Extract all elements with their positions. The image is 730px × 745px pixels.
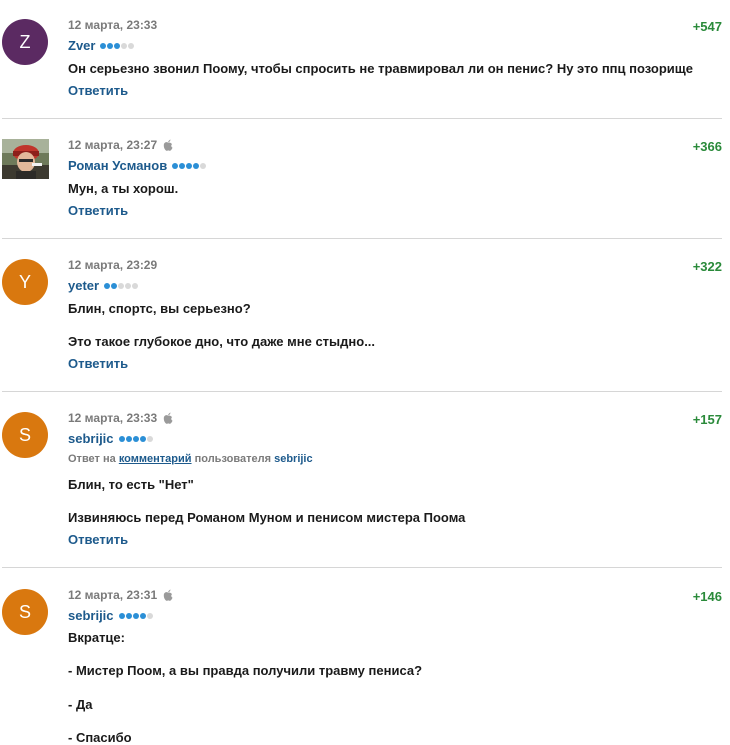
comment-text: - Мистер Поом, а вы правда получили трав… xyxy=(68,663,423,678)
avatar-letter: S xyxy=(18,601,31,622)
timestamp: 12 марта, 23:31 xyxy=(68,588,158,602)
reply-to-note: Ответ на комментарий пользователя sebrij… xyxy=(68,453,313,465)
comment-meta: 12 марта, 23:33 xyxy=(68,411,173,425)
rating-dot xyxy=(100,42,107,49)
rating-dot xyxy=(172,162,179,169)
author-link[interactable]: Zver xyxy=(68,38,95,53)
avatar-photo-icon xyxy=(2,139,49,179)
rating-dot xyxy=(107,42,114,49)
rating-dot xyxy=(118,612,125,619)
avatar-letter: S xyxy=(18,424,31,445)
comment-meta: 12 марта, 23:33 xyxy=(68,18,157,32)
rating-dot xyxy=(128,42,135,49)
rating-dot xyxy=(200,162,207,169)
comment-score: +547 xyxy=(692,19,722,34)
comment-score: +366 xyxy=(692,139,722,154)
rating-dot xyxy=(132,435,139,442)
rating-dot xyxy=(139,435,146,442)
reply-button[interactable]: Ответить xyxy=(68,356,128,371)
rating-dot xyxy=(121,42,128,49)
rating-dots xyxy=(172,162,207,169)
reply-button[interactable]: Ответить xyxy=(68,83,128,98)
author-name[interactable]: yeter xyxy=(68,278,139,293)
rating-dot xyxy=(125,435,132,442)
comment-text: Мун, а ты хорош. xyxy=(68,181,179,196)
divider xyxy=(2,238,722,239)
author-link[interactable]: yeter xyxy=(68,278,99,293)
rating-dot xyxy=(114,42,121,49)
comment-text: Вкратце: xyxy=(68,630,125,645)
reply-to-comment-link[interactable]: комментарий xyxy=(119,453,192,465)
comment-text: - Да xyxy=(68,697,93,712)
comment-text: - Спасибо xyxy=(68,730,132,745)
photo-avatar[interactable] xyxy=(2,139,49,179)
rating-dots xyxy=(104,282,139,289)
reply-button[interactable]: Ответить xyxy=(68,203,128,218)
rating-dot xyxy=(139,612,146,619)
comment-score: +322 xyxy=(692,259,722,274)
rating-dot xyxy=(179,162,186,169)
timestamp: 12 марта, 23:33 xyxy=(68,18,158,32)
reply-button[interactable]: Ответить xyxy=(68,532,128,547)
author-link[interactable]: sebrijic xyxy=(68,431,114,446)
rating-dot xyxy=(146,612,153,619)
rating-dots xyxy=(118,435,153,442)
rating-dot xyxy=(125,612,132,619)
rating-dot xyxy=(104,282,111,289)
rating-dot xyxy=(118,435,125,442)
rating-dot xyxy=(193,162,200,169)
apple-icon xyxy=(163,589,173,601)
author-link[interactable]: Роман Усманов xyxy=(68,158,167,173)
comment-meta: 12 марта, 23:27 xyxy=(68,138,173,152)
rating-dot xyxy=(146,435,153,442)
avatar-letter: Y xyxy=(18,271,31,292)
apple-icon xyxy=(163,139,173,151)
rating-dot xyxy=(125,282,132,289)
author-name[interactable]: Zver xyxy=(68,38,135,53)
comment-meta: 12 марта, 23:29 xyxy=(68,258,157,272)
comment-meta: 12 марта, 23:31 xyxy=(68,588,173,602)
rating-dot xyxy=(186,162,193,169)
timestamp: 12 марта, 23:29 xyxy=(68,258,158,272)
divider xyxy=(2,391,722,392)
timestamp: 12 марта, 23:33 xyxy=(68,411,158,425)
rating-dots xyxy=(100,42,135,49)
rating-dot xyxy=(118,282,125,289)
reply-to-prefix: Ответ на xyxy=(68,453,116,465)
reply-to-middle: пользователя xyxy=(194,453,272,465)
rating-dot xyxy=(132,282,139,289)
comment-score: +146 xyxy=(692,589,722,604)
author-name[interactable]: sebrijic xyxy=(68,431,153,446)
reply-to-user-link[interactable]: sebrijic xyxy=(274,453,313,465)
comment-score: +157 xyxy=(692,412,722,427)
apple-icon xyxy=(163,412,173,424)
rating-dot xyxy=(111,282,118,289)
comment-text: Он серьезно звонил Поому, чтобы спросить… xyxy=(68,61,693,76)
divider xyxy=(2,567,722,568)
avatar[interactable]: S xyxy=(2,412,48,458)
avatar-letter: Z xyxy=(19,31,31,52)
comment-text: Блин, то есть "Нет" xyxy=(68,477,194,492)
author-link[interactable]: sebrijic xyxy=(68,608,114,623)
author-name[interactable]: Роман Усманов xyxy=(68,158,207,173)
divider xyxy=(2,118,722,119)
timestamp: 12 марта, 23:27 xyxy=(68,138,158,152)
author-name[interactable]: sebrijic xyxy=(68,608,153,623)
rating-dot xyxy=(132,612,139,619)
comment-text: Блин, спортс, вы серьезно? xyxy=(68,301,251,316)
rating-dots xyxy=(118,612,153,619)
avatar[interactable]: S xyxy=(2,589,48,635)
avatar[interactable]: Z xyxy=(2,19,48,65)
comment-text: Это такое глубокое дно, что даже мне сты… xyxy=(68,334,376,349)
avatar[interactable]: Y xyxy=(2,259,48,305)
comment-text: Извиняюсь перед Романом Муном и пенисом … xyxy=(68,510,466,525)
